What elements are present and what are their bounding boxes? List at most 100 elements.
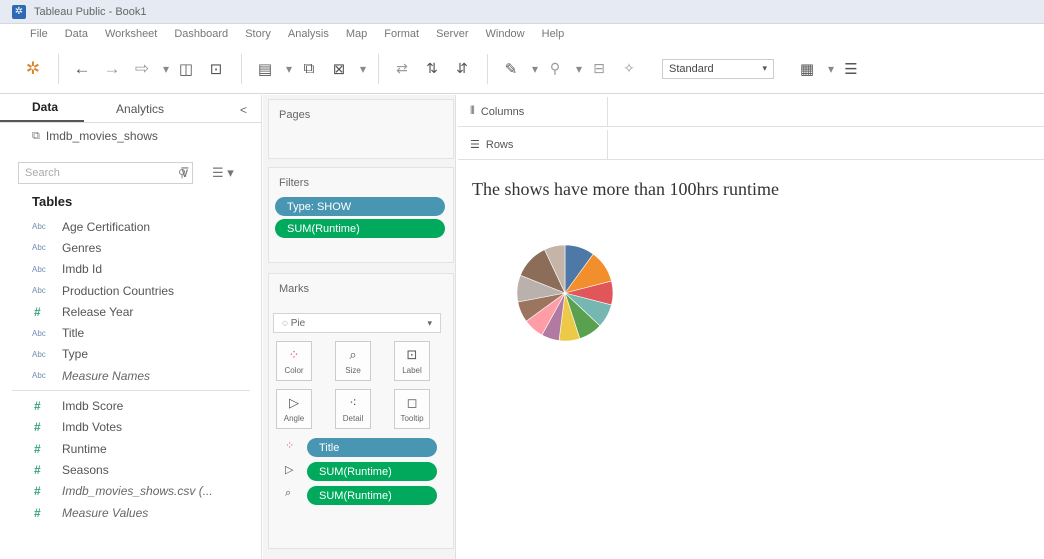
filter-pill-runtime[interactable]: SUM(Runtime): [275, 219, 445, 238]
clear-sheet-icon[interactable]: ⊠: [328, 55, 350, 83]
menu-bar: File Data Worksheet Dashboard Story Anal…: [0, 24, 1044, 44]
group-members-icon[interactable]: ⚲: [544, 55, 566, 83]
new-worksheet-icon[interactable]: ▤: [254, 55, 276, 83]
datasource-item[interactable]: ⧉ Imdb_movies_shows: [0, 123, 261, 149]
viz-area[interactable]: The shows have more than 100hrs runtime: [458, 163, 1044, 559]
field-release-year[interactable]: # Release Year: [0, 301, 260, 322]
menu-map[interactable]: Map: [346, 28, 367, 40]
rows-shelf[interactable]: ☰ Rows: [458, 130, 1044, 160]
menu-server[interactable]: Server: [436, 28, 468, 40]
detail-button[interactable]: ⁖ Detail: [335, 389, 371, 429]
replay-icon[interactable]: ⇨: [131, 55, 153, 83]
redo-icon[interactable]: →: [101, 55, 123, 83]
window-title: Tableau Public - Book1: [34, 5, 147, 18]
show-cards-icon[interactable]: ▦: [796, 55, 818, 83]
marks-title: Marks: [279, 283, 309, 295]
field-measure-names[interactable]: Abc Measure Names: [0, 365, 260, 386]
columns-shelf[interactable]: ⦀ Columns: [458, 97, 1044, 127]
tab-analytics[interactable]: Analytics: [84, 102, 178, 122]
pie-chart[interactable]: [458, 163, 1044, 559]
detail-label: Detail: [342, 414, 364, 423]
clear-sheet-dropdown-icon[interactable]: ▾: [358, 55, 368, 83]
show-cards-dropdown-icon[interactable]: ▾: [826, 55, 836, 83]
field-title[interactable]: Abc Title: [0, 322, 260, 343]
fix-axes-icon[interactable]: ✧: [618, 55, 640, 83]
undo-icon[interactable]: ←: [71, 55, 93, 83]
collapse-pane-icon[interactable]: <: [240, 103, 247, 117]
new-worksheet-dropdown-icon[interactable]: ▾: [284, 55, 294, 83]
filters-title: Filters: [279, 177, 309, 189]
menu-data[interactable]: Data: [65, 28, 88, 40]
field-age-certification[interactable]: Abc Age Certification: [0, 216, 260, 237]
replay-dropdown-icon[interactable]: ▾: [161, 55, 171, 83]
field-record-count[interactable]: # Imdb_movies_shows.csv (...: [0, 481, 260, 502]
sort-ascending-icon[interactable]: ⇅: [421, 55, 443, 83]
menu-file[interactable]: File: [30, 28, 48, 40]
save-icon[interactable]: ◫: [175, 55, 197, 83]
label-button[interactable]: ⊡ Label: [394, 341, 430, 381]
presentation-mode-icon[interactable]: ☰: [840, 55, 862, 83]
label-label: Label: [402, 366, 422, 375]
mark-pill-angle-runtime[interactable]: SUM(Runtime): [307, 462, 437, 481]
show-mark-labels-icon[interactable]: ⊟: [588, 55, 610, 83]
field-seasons[interactable]: # Seasons: [0, 459, 260, 480]
search-input[interactable]: Search ⚲: [18, 162, 193, 184]
field-production-countries[interactable]: Abc Production Countries: [0, 280, 260, 301]
field-imdb-votes[interactable]: # Imdb Votes: [0, 417, 260, 438]
number-type-icon: #: [34, 505, 41, 520]
mark-pill-size-runtime[interactable]: SUM(Runtime): [307, 486, 437, 505]
filter-pill-type[interactable]: Type: SHOW: [275, 197, 445, 216]
field-imdb-score[interactable]: # Imdb Score: [0, 395, 260, 416]
chevron-down-icon: ▾: [762, 63, 767, 73]
mark-type-select[interactable]: ◌ Pie ▾: [273, 313, 441, 333]
field-label: Imdb Votes: [62, 420, 123, 435]
field-measure-values[interactable]: # Measure Values: [0, 502, 260, 523]
string-type-icon: Abc: [32, 243, 46, 253]
filter-icon[interactable]: ⊽: [180, 165, 190, 181]
label-icon: ⊡: [406, 347, 418, 362]
menu-window[interactable]: Window: [486, 28, 525, 40]
field-label: Runtime: [62, 441, 107, 456]
fit-select[interactable]: Standard ▾: [662, 58, 774, 79]
size-button[interactable]: ⌕ Size: [335, 341, 371, 381]
tableau-logo-icon[interactable]: ✲: [22, 55, 44, 83]
menu-analysis[interactable]: Analysis: [288, 28, 329, 40]
columns-label: ⦀ Columns: [458, 97, 608, 126]
color-icon: ⁘: [285, 440, 295, 452]
group-dropdown-icon[interactable]: ▾: [574, 55, 584, 83]
new-datasource-icon[interactable]: ⊡: [205, 55, 227, 83]
toolbar-divider: [487, 53, 488, 84]
sort-descending-icon[interactable]: ⇵: [451, 55, 473, 83]
color-button[interactable]: ⁘ Color: [276, 341, 312, 381]
tab-data[interactable]: Data: [0, 100, 85, 122]
field-label: Title: [62, 326, 85, 341]
menu-worksheet[interactable]: Worksheet: [105, 28, 157, 40]
menu-dashboard[interactable]: Dashboard: [174, 28, 228, 40]
number-type-icon: #: [34, 304, 41, 319]
mark-pill-title[interactable]: Title: [307, 438, 437, 457]
pages-card[interactable]: Pages: [268, 99, 454, 159]
swap-rows-columns-icon[interactable]: ⇄: [391, 55, 413, 83]
toolbar-divider: [241, 53, 242, 84]
field-type[interactable]: Abc Type: [0, 344, 260, 365]
menu-format[interactable]: Format: [384, 28, 419, 40]
toolbar: ✲ ← → ⇨ ▾ ◫ ⊡ ▤ ▾ ⧉ ⊠ ▾ ⇄ ⇅ ⇵ ✎ ▾ ⚲ ▾ ⊟ …: [0, 44, 1044, 94]
view-options-icon[interactable]: ☰ ▾: [212, 165, 234, 181]
color-icon: ⁘: [288, 347, 300, 362]
highlight-dropdown-icon[interactable]: ▾: [530, 55, 540, 83]
size-icon: ⌕: [349, 347, 357, 362]
tooltip-button[interactable]: ◻ Tooltip: [394, 389, 430, 429]
number-type-icon: #: [34, 462, 41, 477]
menu-help[interactable]: Help: [542, 28, 565, 40]
datasource-name: Imdb_movies_shows: [45, 129, 158, 143]
filters-card[interactable]: Filters Type: SHOW SUM(Runtime): [268, 167, 454, 263]
field-runtime[interactable]: # Runtime: [0, 438, 260, 459]
menu-story[interactable]: Story: [245, 28, 271, 40]
duplicate-sheet-icon[interactable]: ⧉: [298, 55, 320, 83]
field-imdb-id[interactable]: Abc Imdb Id: [0, 259, 260, 280]
angle-button[interactable]: ▷ Angle: [276, 389, 312, 429]
highlight-icon[interactable]: ✎: [500, 55, 522, 83]
field-label: Genres: [62, 240, 102, 255]
field-genres[interactable]: Abc Genres: [0, 237, 260, 258]
tableau-app-icon: ✲: [12, 4, 26, 19]
